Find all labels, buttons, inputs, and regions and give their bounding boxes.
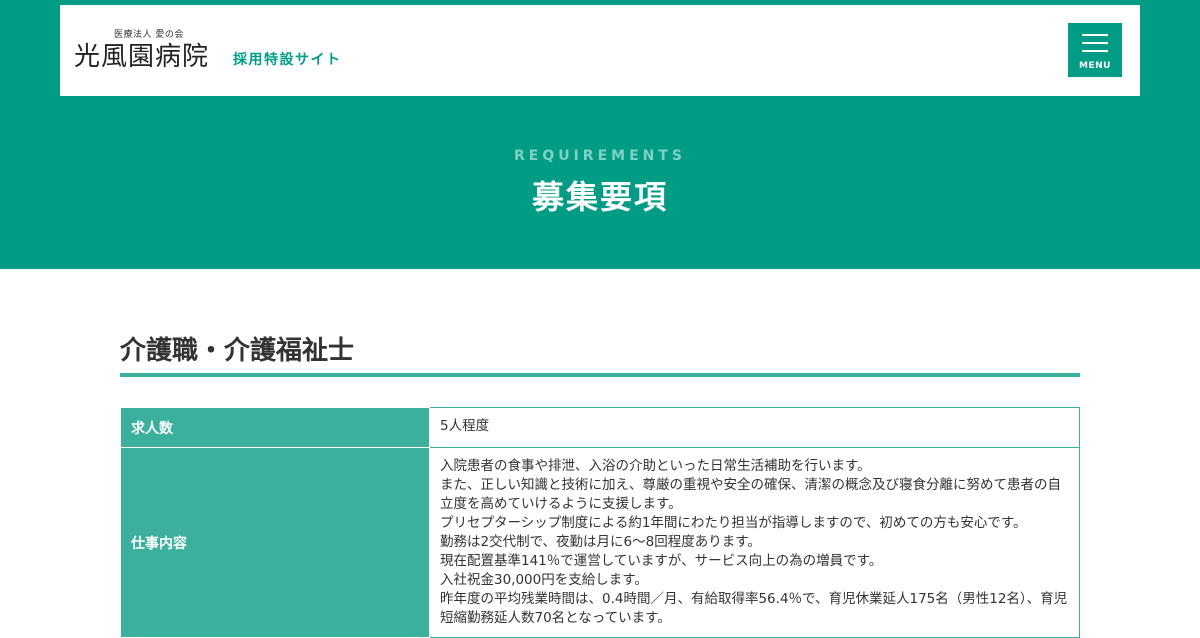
hamburger-icon-line xyxy=(1082,42,1108,44)
table-row: 仕事内容 入院患者の食事や排泄、入浴の介助といった日常生活補助を行います。また、正… xyxy=(120,447,1080,638)
logo-recruit-tag: 採用特設サイト xyxy=(233,52,342,68)
row-value: 5人程度 xyxy=(429,407,1080,448)
section-heading: 介護職・介護福祉士 xyxy=(120,336,355,366)
page-title: 募集要項 xyxy=(531,178,668,216)
row-value-line: 昨年度の平均残業時間は、0.4時間／月、有給取得率56.4％で、育児休業延人17… xyxy=(440,591,1068,607)
table-row: 求人数 5人程度 xyxy=(120,407,1080,448)
logo-subtitle: 医療法人 愛の会 xyxy=(114,30,184,40)
heading-divider xyxy=(120,373,1080,377)
row-value-line: 5人程度 xyxy=(440,418,490,434)
hamburger-icon-line xyxy=(1082,50,1108,52)
row-value: 入院患者の食事や排泄、入浴の介助といった日常生活補助を行います。また、正しい知識… xyxy=(429,447,1080,638)
row-value-line: また、正しい知識と技術に加え、尊厳の重視や安全の確保、清潔の概念及び寝食分離に努… xyxy=(440,477,1061,493)
row-value-line: 勤務は2交代制で、夜勤は月に6～8回程度あります。 xyxy=(440,534,761,550)
hero-banner: 医療法人 愛の会 光風園病院 採用特設サイト MENU REQUIREMENTS… xyxy=(0,0,1200,269)
row-value-line: 立度を高めていけるように支援します。 xyxy=(440,496,682,512)
row-value-line: プリセプターシップ制度による約1年間にわたり担当が指導しますので、初めての方も安… xyxy=(440,515,1027,531)
row-value-line: 入院患者の食事や排泄、入浴の介助といった日常生活補助を行います。 xyxy=(440,458,871,474)
logo-hospital-name: 光風園病院 xyxy=(74,42,210,72)
row-label: 仕事内容 xyxy=(120,447,430,638)
row-label: 求人数 xyxy=(120,407,430,448)
page-eyebrow: REQUIREMENTS xyxy=(513,148,686,164)
menu-label: MENU xyxy=(1079,61,1111,71)
row-value-line: 現在配置基準141％で運営していますが、サービス向上の為の増員です。 xyxy=(440,553,883,569)
hamburger-icon xyxy=(1082,34,1108,36)
row-value-line: 短縮勤務延人数70名となっています。 xyxy=(440,610,671,626)
site-header: 医療法人 愛の会 光風園病院 採用特設サイト MENU xyxy=(60,5,1140,96)
menu-button[interactable]: MENU xyxy=(1068,23,1122,77)
row-value-line: 入社祝金30,000円を支給します。 xyxy=(440,572,648,588)
requirements-table: 求人数 5人程度 仕事内容 入院患者の食事や排泄、入浴の介助といった日常生活補助を行い… xyxy=(120,407,1080,638)
